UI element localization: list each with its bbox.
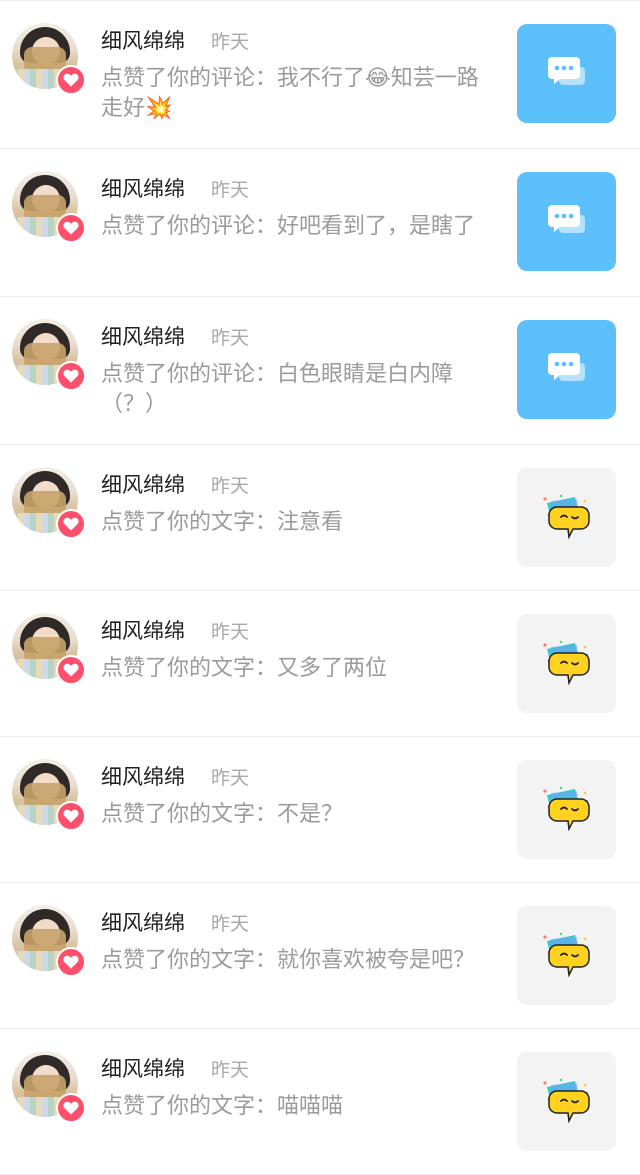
- heart-icon: [56, 361, 86, 391]
- notification-row-8[interactable]: 细风绵绵 昨天 点赞了你的文字：喵喵喵: [0, 1029, 640, 1175]
- content-thumbnail[interactable]: [517, 614, 616, 713]
- notification-row-7[interactable]: 细风绵绵 昨天 点赞了你的文字：就你喜欢被夸是吧？: [0, 883, 640, 1029]
- notification-text: 点赞了你的文字：喵喵喵: [101, 1094, 344, 1119]
- notification-text: 点赞了你的文字：不是？: [101, 802, 344, 827]
- timestamp: 昨天: [211, 767, 250, 789]
- timestamp: 昨天: [211, 1059, 250, 1081]
- timestamp: 昨天: [211, 179, 250, 201]
- username[interactable]: 细风绵绵: [101, 323, 185, 351]
- username[interactable]: 细风绵绵: [101, 909, 185, 937]
- emoji-chat-bubble-icon: [541, 1077, 593, 1127]
- heart-icon: [56, 801, 86, 831]
- emoji-chat-bubble-icon: [541, 639, 593, 689]
- content-thumbnail[interactable]: [517, 468, 616, 567]
- username[interactable]: 细风绵绵: [101, 471, 185, 499]
- timestamp: 昨天: [211, 475, 250, 497]
- notification-row-6[interactable]: 细风绵绵 昨天 点赞了你的文字：不是？: [0, 737, 640, 883]
- username[interactable]: 细风绵绵: [101, 1055, 185, 1083]
- emoji-chat-bubble-icon: [541, 785, 593, 835]
- notification-text: 点赞了你的文字：就你喜欢被夸是吧？: [101, 948, 476, 973]
- content-thumbnail[interactable]: [517, 172, 616, 271]
- timestamp: 昨天: [211, 31, 250, 53]
- chat-bubbles-icon: [547, 55, 587, 93]
- heart-icon: [56, 509, 86, 539]
- notification-text: 点赞了你的文字：注意看: [101, 510, 344, 535]
- content-thumbnail[interactable]: [517, 24, 616, 123]
- heart-icon: [56, 655, 86, 685]
- content-thumbnail[interactable]: [517, 1052, 616, 1151]
- notification-text: 点赞了你的评论：我不行了😂知芸一路走好💥: [101, 66, 479, 121]
- content-thumbnail[interactable]: [517, 906, 616, 1005]
- emoji-chat-bubble-icon: [541, 493, 593, 543]
- notification-list: 细风绵绵 昨天 点赞了你的评论：我不行了😂知芸一路走好💥 细风绵绵 昨天 点赞了…: [0, 0, 640, 1175]
- heart-icon: [56, 65, 86, 95]
- username[interactable]: 细风绵绵: [101, 617, 185, 645]
- username[interactable]: 细风绵绵: [101, 763, 185, 791]
- notification-row-4[interactable]: 细风绵绵 昨天 点赞了你的文字：注意看: [0, 445, 640, 591]
- notification-row-5[interactable]: 细风绵绵 昨天 点赞了你的文字：又多了两位: [0, 591, 640, 737]
- content-thumbnail[interactable]: [517, 760, 616, 859]
- timestamp: 昨天: [211, 913, 250, 935]
- username[interactable]: 细风绵绵: [101, 175, 185, 203]
- notification-text: 点赞了你的文字：又多了两位: [101, 656, 388, 681]
- timestamp: 昨天: [211, 621, 250, 643]
- emoji-chat-bubble-icon: [541, 931, 593, 981]
- notification-text: 点赞了你的评论：好吧看到了，是瞎了: [101, 214, 476, 239]
- heart-icon: [56, 213, 86, 243]
- notification-row-2[interactable]: 细风绵绵 昨天 点赞了你的评论：好吧看到了，是瞎了: [0, 149, 640, 297]
- username[interactable]: 细风绵绵: [101, 27, 185, 55]
- timestamp: 昨天: [211, 327, 250, 349]
- heart-icon: [56, 947, 86, 977]
- heart-icon: [56, 1093, 86, 1123]
- content-thumbnail[interactable]: [517, 320, 616, 419]
- notification-text: 点赞了你的评论：白色眼睛是白内障（？）: [101, 362, 454, 417]
- notification-row-3[interactable]: 细风绵绵 昨天 点赞了你的评论：白色眼睛是白内障（？）: [0, 297, 640, 445]
- chat-bubbles-icon: [547, 351, 587, 389]
- chat-bubbles-icon: [547, 203, 587, 241]
- notification-row-1[interactable]: 细风绵绵 昨天 点赞了你的评论：我不行了😂知芸一路走好💥: [0, 1, 640, 149]
